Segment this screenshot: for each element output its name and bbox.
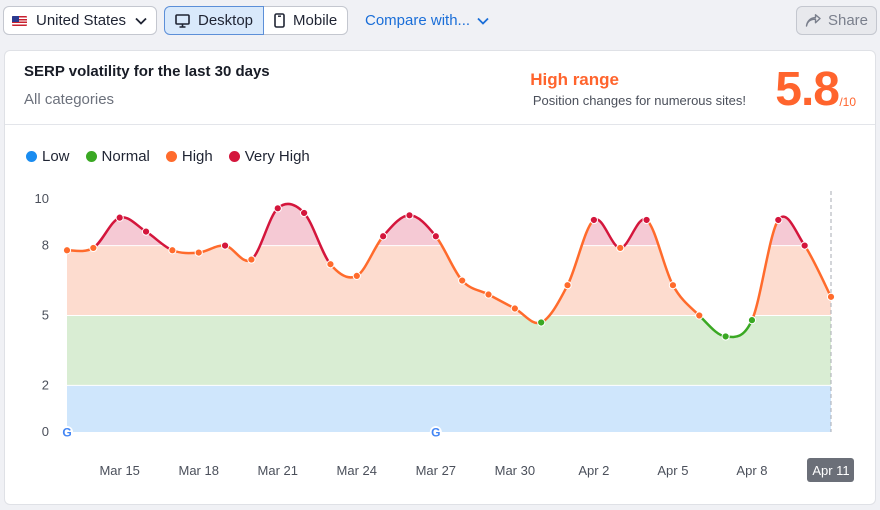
- volatility-chart[interactable]: 0 2 5 8 10 G G Mar 15 Mar 18 Mar 21 Mar 24 Mar 27 Ma…: [5, 51, 877, 506]
- x-tick-label: Mar 27: [416, 463, 456, 478]
- data-point: [484, 290, 493, 299]
- share-button[interactable]: Share: [796, 6, 877, 35]
- data-point: [326, 260, 335, 269]
- x-tick-label: Mar 21: [258, 463, 298, 478]
- band-low: [67, 385, 831, 432]
- data-point: [62, 246, 72, 255]
- share-label: Share: [827, 12, 869, 29]
- country-label: United States: [36, 12, 127, 29]
- toolbar: United States Desktop Mobile Compare wit…: [0, 0, 880, 42]
- device-toggle: Desktop Mobile: [164, 6, 349, 35]
- data-point: [537, 318, 546, 327]
- data-point: [273, 204, 282, 213]
- y-tick-label: 0: [42, 424, 49, 439]
- x-tick-label: Mar 15: [99, 463, 139, 478]
- data-point: [220, 241, 230, 250]
- chevron-down-icon: [134, 14, 148, 28]
- x-tick-label: Apr 5: [657, 463, 688, 478]
- data-point: [300, 208, 309, 218]
- data-point: [379, 232, 388, 241]
- data-point: [352, 271, 361, 280]
- data-point: [616, 243, 625, 253]
- band-high: [67, 245, 831, 316]
- us-flag-icon: [12, 15, 27, 26]
- mobile-icon: [274, 13, 285, 28]
- country-select[interactable]: United States: [3, 6, 157, 35]
- data-point: [194, 248, 203, 257]
- data-point: [774, 215, 783, 225]
- data-point: [405, 211, 414, 220]
- x-tick-label: Mar 18: [178, 463, 218, 478]
- share-arrow-icon: [805, 14, 821, 27]
- data-point: [668, 281, 678, 290]
- data-point: [510, 304, 519, 313]
- data-point: [589, 215, 598, 225]
- mobile-button[interactable]: Mobile: [264, 6, 349, 35]
- data-point: [89, 243, 98, 253]
- compare-dropdown[interactable]: Compare with...: [365, 6, 490, 35]
- desktop-button[interactable]: Desktop: [164, 6, 265, 35]
- google-g-icon: G: [431, 426, 440, 440]
- x-tick-label-current: Apr 11: [812, 463, 849, 478]
- y-tick-label: 2: [42, 377, 49, 392]
- x-tick-label: Mar 24: [337, 463, 377, 478]
- data-point: [695, 311, 704, 320]
- volatility-card: SERP volatility for the last 30 days All…: [4, 50, 876, 505]
- x-tick-label: Apr 2: [578, 463, 609, 478]
- data-point: [800, 241, 809, 250]
- data-point: [826, 292, 836, 301]
- desktop-icon: [175, 13, 190, 28]
- data-point: [458, 276, 467, 285]
- data-point: [168, 246, 177, 255]
- x-tick-label: Mar 30: [495, 463, 535, 478]
- data-point: [115, 213, 124, 222]
- data-point: [563, 281, 572, 290]
- band-very-high: [67, 203, 831, 246]
- data-point: [247, 255, 256, 264]
- y-tick-label: 5: [42, 308, 49, 323]
- y-tick-label: 8: [42, 238, 49, 253]
- data-point: [721, 332, 730, 341]
- google-g-icon: G: [62, 426, 71, 440]
- compare-label: Compare with...: [365, 12, 471, 29]
- desktop-label: Desktop: [198, 12, 254, 29]
- chevron-down-icon: [476, 14, 490, 28]
- data-point: [431, 232, 440, 241]
- data-point: [747, 316, 757, 325]
- mobile-label: Mobile: [293, 12, 338, 29]
- y-tick-label: 10: [35, 191, 49, 206]
- data-point: [141, 227, 151, 236]
- data-point: [642, 215, 651, 225]
- x-tick-label: Apr 8: [736, 463, 767, 478]
- band-normal: [67, 315, 831, 386]
